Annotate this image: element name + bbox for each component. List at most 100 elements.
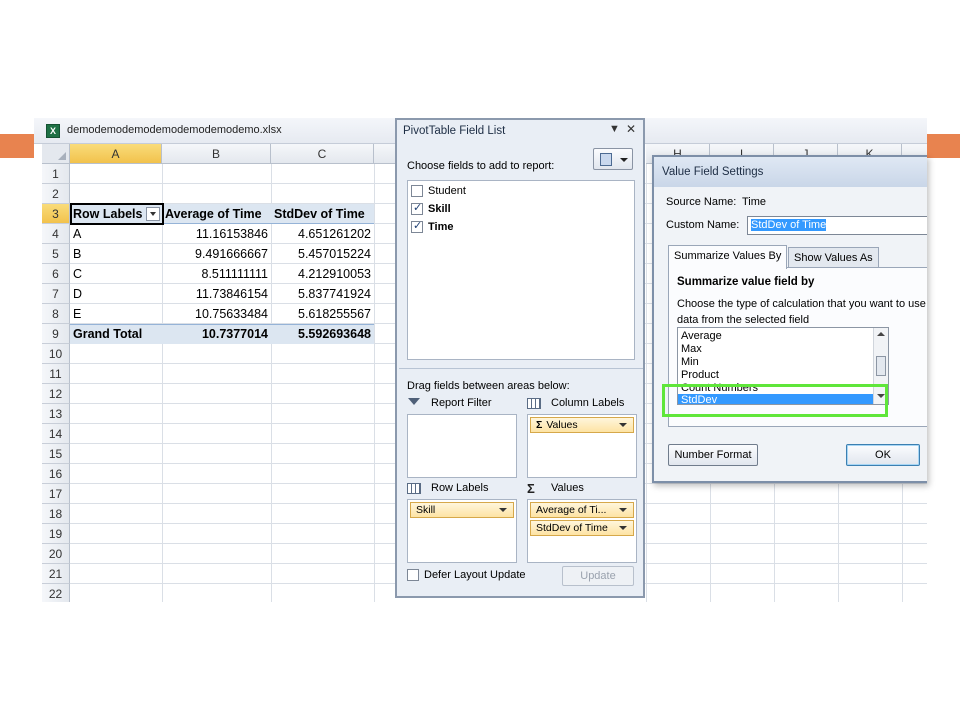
values-pill[interactable]: Σ Values [530, 417, 634, 433]
row-header[interactable]: 4 [42, 224, 70, 244]
column-header-a[interactable]: A [70, 144, 162, 164]
pane-close-icon[interactable]: ✕ [626, 122, 636, 136]
custom-name-label: Custom Name: [666, 219, 740, 231]
row-header[interactable]: 18 [42, 504, 70, 524]
values-area-label: Σ Values [527, 480, 584, 496]
skill-checkbox[interactable] [411, 201, 423, 215]
dialog-title: Value Field Settings [662, 166, 764, 178]
sigma-icon: Σ [527, 480, 535, 496]
cell-stddev[interactable]: 5.457015224 [271, 244, 374, 264]
column-header-blank[interactable] [374, 144, 397, 164]
row-header[interactable]: 2 [42, 184, 70, 204]
column-header-c[interactable]: C [271, 144, 374, 164]
column-header-b[interactable]: B [162, 144, 271, 164]
field-item-student[interactable]: Student [411, 182, 466, 199]
column-labels-label: Column Labels [551, 397, 625, 409]
option-min[interactable]: Min [678, 356, 874, 369]
row-header[interactable]: 21 [42, 564, 70, 584]
row-header[interactable]: 11 [42, 364, 70, 384]
row-header[interactable]: 5 [42, 244, 70, 264]
select-all-corner[interactable] [42, 144, 70, 164]
chevron-down-icon [620, 158, 628, 162]
column-labels-drop-area[interactable]: Σ Values [527, 414, 637, 478]
row-header[interactable]: 1 [42, 164, 70, 184]
cell-stddev[interactable]: 4.651261202 [271, 224, 374, 244]
option-max[interactable]: Max [678, 343, 874, 356]
active-cell-outline [70, 203, 164, 225]
row-header[interactable]: 17 [42, 484, 70, 504]
time-checkbox[interactable] [411, 219, 423, 233]
row-header[interactable]: 7 [42, 284, 70, 304]
cell-stddev[interactable]: 4.212910053 [271, 264, 374, 284]
stddev-of-time-pill[interactable]: StdDev of Time [530, 520, 634, 536]
row-header[interactable]: 16 [42, 464, 70, 484]
ok-button[interactable]: OK [846, 444, 920, 466]
defer-layout-update[interactable]: Defer Layout Update [407, 569, 526, 581]
row-header[interactable]: 19 [42, 524, 70, 544]
report-filter-area-label: Report Filter [407, 397, 492, 409]
defer-layout-checkbox[interactable] [407, 569, 419, 581]
cell-row-label[interactable]: E [70, 304, 162, 324]
tab-summarize-values-by[interactable]: Summarize Values By [668, 245, 788, 269]
row-labels-drop-area[interactable]: Skill [407, 499, 517, 563]
row-header[interactable]: 3 [42, 204, 70, 224]
custom-name-input[interactable]: StdDev of Time [747, 216, 927, 235]
cell-stddev[interactable]: 5.618255567 [271, 304, 374, 324]
workbook-filename: demodemodemodemodemodemodemo.xlsx [67, 124, 282, 136]
cell-c3-stddev-header[interactable]: StdDev of Time [271, 204, 374, 224]
cell-row-label[interactable]: C [70, 264, 162, 284]
option-product[interactable]: Product [678, 369, 874, 382]
average-of-time-pill[interactable]: Average of Ti... [530, 502, 634, 518]
row-header[interactable]: 10 [42, 344, 70, 364]
row-header[interactable]: 14 [42, 424, 70, 444]
row-header[interactable]: 12 [42, 384, 70, 404]
pane-options-dropdown-icon[interactable]: ▼ [609, 123, 620, 135]
scroll-up-icon[interactable] [877, 332, 885, 336]
cell-average[interactable]: 9.491666667 [162, 244, 271, 264]
tab-show-values-as[interactable]: Show Values As [788, 247, 879, 269]
cell-average[interactable]: 11.73846154 [162, 284, 271, 304]
value-field-settings-dialog: Value Field Settings Source Name: Time C… [652, 155, 927, 483]
number-format-button[interactable]: Number Format [668, 444, 758, 466]
cell-b3-average-header[interactable]: Average of Time [162, 204, 271, 224]
row-header[interactable]: 20 [42, 544, 70, 564]
report-filter-drop-area[interactable] [407, 414, 517, 478]
cell-row-label[interactable]: A [70, 224, 162, 244]
pivot-field-list-title: PivotTable Field List [403, 125, 506, 137]
cell-grand-total-average[interactable]: 10.7377014 [162, 324, 271, 344]
field-label: Student [428, 184, 466, 197]
gridline-vertical [374, 164, 375, 602]
row-header[interactable]: 8 [42, 304, 70, 324]
field-list-layout-button[interactable] [593, 148, 633, 170]
student-checkbox[interactable] [411, 184, 423, 197]
update-button[interactable]: Update [562, 566, 634, 586]
cell-grand-total-label[interactable]: Grand Total [70, 324, 162, 344]
row-header[interactable]: 15 [42, 444, 70, 464]
row-header[interactable]: 6 [42, 264, 70, 284]
row-header[interactable]: 9 [42, 324, 70, 344]
row-header[interactable]: 22 [42, 584, 70, 602]
scroll-thumb[interactable] [876, 356, 886, 376]
row-labels-label: Row Labels [431, 482, 489, 494]
cell-row-label[interactable]: B [70, 244, 162, 264]
filter-funnel-icon [407, 397, 421, 409]
values-pill-label: Values [546, 419, 578, 431]
column-labels-area-label: Column Labels [527, 397, 624, 409]
cell-average[interactable]: 8.511111111 [162, 264, 271, 284]
option-average[interactable]: Average [678, 330, 874, 343]
slide-accent-left [0, 134, 34, 158]
cell-average[interactable]: 11.16153846 [162, 224, 271, 244]
dialog-titlebar: Value Field Settings [654, 157, 927, 187]
field-item-skill[interactable]: Skill [411, 200, 451, 217]
report-filter-label: Report Filter [431, 397, 492, 409]
cell-grand-total-stddev[interactable]: 5.592693648 [271, 324, 374, 344]
sigma-icon: Σ [536, 419, 543, 431]
skill-pill[interactable]: Skill [410, 502, 514, 518]
row-header[interactable]: 13 [42, 404, 70, 424]
cell-row-label[interactable]: D [70, 284, 162, 304]
summarize-section-title: Summarize value field by [677, 276, 815, 288]
cell-average[interactable]: 10.75633484 [162, 304, 271, 324]
field-item-time[interactable]: Time [411, 218, 453, 235]
cell-stddev[interactable]: 5.837741924 [271, 284, 374, 304]
values-drop-area[interactable]: Average of Ti... StdDev of Time [527, 499, 637, 563]
